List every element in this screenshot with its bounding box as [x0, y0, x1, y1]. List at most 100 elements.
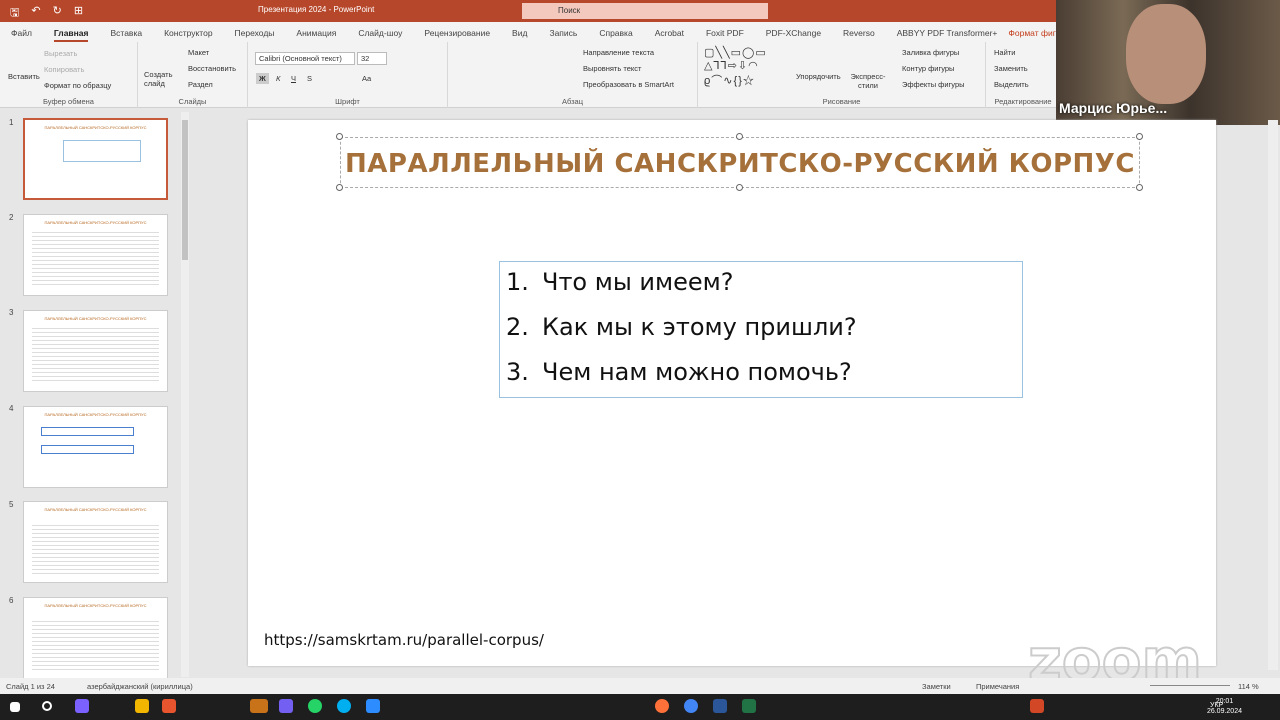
slide-list[interactable]: 1. Что мы имеем? 2. Как мы к этому пришли?… — [499, 261, 1023, 398]
section-button[interactable]: Раздел — [188, 80, 213, 89]
group-label: Рисование — [822, 97, 861, 106]
participant-name: Марцис Юрье... — [1059, 100, 1168, 116]
font-size-select[interactable]: 32 — [357, 52, 387, 65]
smartart-button[interactable]: Преобразовать в SmartArt — [583, 80, 674, 89]
tab-abbyy[interactable]: ABBYY PDF Transformer+ — [897, 22, 998, 42]
excel-icon[interactable] — [742, 699, 756, 713]
change-case-button[interactable]: Aa — [362, 74, 371, 83]
cut-button[interactable]: Вырезать — [44, 49, 77, 58]
replace-button[interactable]: Заменить — [994, 64, 1028, 73]
shape-outline-button[interactable]: Контур фигуры — [902, 64, 954, 73]
tab-design[interactable]: Конструктор — [164, 22, 212, 42]
resize-handle[interactable] — [736, 184, 743, 191]
slide-thumbnail[interactable]: ПАРАЛЛЕЛЬНЫЙ САНСКРИТСКО-РУССКИЙ КОРПУС — [23, 406, 168, 488]
font-name-select[interactable]: Calibri (Основной текст) — [255, 52, 355, 65]
shadow-button[interactable]: S — [307, 74, 312, 83]
zoom-level[interactable]: 114 % — [1238, 682, 1259, 691]
tab-insert[interactable]: Вставка — [110, 22, 142, 42]
copy-button[interactable]: Копировать — [44, 65, 84, 74]
align-text-button[interactable]: Выровнять текст — [583, 64, 641, 73]
slide-url: https://samskrtam.ru/parallel-corpus/ — [264, 631, 544, 649]
chrome-icon[interactable] — [684, 699, 698, 713]
thumb-title: ПАРАЛЛЕЛЬНЫЙ САНСКРИТСКО-РУССКИЙ КОРПУС — [44, 316, 147, 321]
shapes-gallery[interactable]: ▢╲╲▭◯▭ △⅂⅂⇨⇩◠ ϱ⌒∿{}☆ — [704, 46, 767, 88]
tab-reverso[interactable]: Reverso — [843, 22, 875, 42]
slide-thumbnail[interactable]: ПАРАЛЛЕЛЬНЫЙ САНСКРИТСКО-РУССКИЙ КОРПУС — [23, 597, 168, 679]
tab-home[interactable]: Главная — [53, 22, 89, 42]
ribbon-tabs: Файл Главная Вставка Конструктор Переход… — [0, 22, 1071, 42]
tab-slideshow[interactable]: Слайд-шоу — [358, 22, 402, 42]
slide-thumbnail[interactable]: ПАРАЛЛЕЛЬНЫЙ САНСКРИТСКО-РУССКИЙ КОРПУС — [23, 214, 168, 296]
tab-acrobat[interactable]: Acrobat — [655, 22, 684, 42]
skype-icon[interactable] — [337, 699, 351, 713]
tab-view[interactable]: Вид — [512, 22, 527, 42]
bold-button[interactable]: Ж — [256, 73, 269, 84]
notes-button[interactable]: Заметки — [922, 682, 951, 691]
resize-handle[interactable] — [336, 133, 343, 140]
italic-button[interactable]: К — [276, 74, 280, 83]
slide-counter: Слайд 1 из 24 — [6, 682, 55, 691]
save-icon[interactable]: 🖫 — [10, 4, 19, 23]
taskbar: УКР 20:01 26.09.2024 — [0, 694, 1280, 720]
resize-handle[interactable] — [1136, 133, 1143, 140]
redo-icon[interactable]: ↻ — [53, 4, 62, 23]
undo-icon[interactable]: ↶ — [31, 4, 40, 23]
search-icon[interactable] — [42, 701, 52, 711]
tab-help[interactable]: Справка — [599, 22, 632, 42]
slide-title[interactable]: ПАРАЛЛЕЛЬНЫЙ САНСКРИТСКО-РУССКИЙ КОРПУС — [340, 137, 1140, 188]
tab-file[interactable]: Файл — [11, 22, 32, 42]
arrange-button[interactable]: Упорядочить — [796, 72, 841, 81]
powerpoint-icon[interactable] — [1030, 699, 1044, 713]
participant-video — [1126, 4, 1206, 104]
comments-button[interactable]: Примечания — [976, 682, 1019, 691]
reset-button[interactable]: Восстановить — [188, 64, 236, 73]
clock[interactable]: 20:01 26.09.2024 — [1207, 697, 1242, 717]
slide-number: 1 — [9, 118, 14, 127]
shape-fill-button[interactable]: Заливка фигуры — [902, 48, 959, 57]
slide-thumbnail[interactable]: ПАРАЛЛЕЛЬНЫЙ САНСКРИТСКО-РУССКИЙ КОРПУС — [23, 501, 168, 583]
select-button[interactable]: Выделить — [994, 80, 1029, 89]
quick-styles-button[interactable]: Экспресс-стили — [848, 72, 888, 90]
app-icon[interactable] — [162, 699, 176, 713]
tab-animations[interactable]: Анимация — [296, 22, 336, 42]
shape-effects-button[interactable]: Эффекты фигуры — [902, 80, 965, 89]
new-slide-button[interactable]: Создать слайд — [144, 70, 174, 88]
copilot-icon[interactable] — [75, 699, 89, 713]
slide-thumbnail[interactable]: ПАРАЛЛЕЛЬНЫЙ САНСКРИТСКО-РУССКИЙ КОРПУС — [23, 118, 168, 200]
list-item: 2. Как мы к этому пришли? — [506, 313, 857, 341]
viber-icon[interactable] — [279, 699, 293, 713]
tab-foxit[interactable]: Foxit PDF — [706, 22, 744, 42]
resize-handle[interactable] — [1136, 184, 1143, 191]
tab-pdfxchange[interactable]: PDF-XChange — [766, 22, 821, 42]
firefox-icon[interactable] — [655, 699, 669, 713]
start-icon[interactable] — [10, 702, 20, 712]
word-icon[interactable] — [713, 699, 727, 713]
tab-review[interactable]: Рецензирование — [424, 22, 490, 42]
webcam-overlay: Марцис Юрье... — [1056, 0, 1280, 125]
layout-button[interactable]: Макет — [188, 48, 209, 57]
whatsapp-icon[interactable] — [308, 699, 322, 713]
tab-record[interactable]: Запись — [549, 22, 577, 42]
zoom-slider[interactable] — [1150, 685, 1230, 686]
underline-button[interactable]: Ч — [291, 74, 296, 83]
list-item: 3. Чем нам можно помочь? — [506, 358, 852, 386]
telegram-icon[interactable] — [250, 699, 268, 713]
search-input[interactable]: Поиск — [522, 3, 768, 19]
paste-button[interactable]: Вставить — [8, 72, 40, 81]
slide-scrollbar[interactable] — [1268, 120, 1278, 670]
explorer-icon[interactable] — [135, 699, 149, 713]
slide-number: 6 — [9, 596, 14, 605]
resize-handle[interactable] — [336, 184, 343, 191]
present-icon[interactable]: ⊞ — [74, 4, 83, 23]
language-indicator[interactable]: азербайджанский (кириллица) — [87, 682, 193, 691]
slide-thumbnail[interactable]: ПАРАЛЛЕЛЬНЫЙ САНСКРИТСКО-РУССКИЙ КОРПУС — [23, 310, 168, 392]
zoom-icon[interactable] — [366, 699, 380, 713]
resize-handle[interactable] — [736, 133, 743, 140]
tab-transitions[interactable]: Переходы — [235, 22, 275, 42]
format-painter-button[interactable]: Формат по образцу — [44, 81, 111, 90]
text-direction-button[interactable]: Направление текста — [583, 48, 654, 57]
window-title: Презентация 2024 - PowerPoint — [258, 5, 375, 14]
find-button[interactable]: Найти — [994, 48, 1015, 57]
slide-number: 3 — [9, 308, 14, 317]
thumbnails-scrollbar[interactable] — [181, 112, 189, 677]
